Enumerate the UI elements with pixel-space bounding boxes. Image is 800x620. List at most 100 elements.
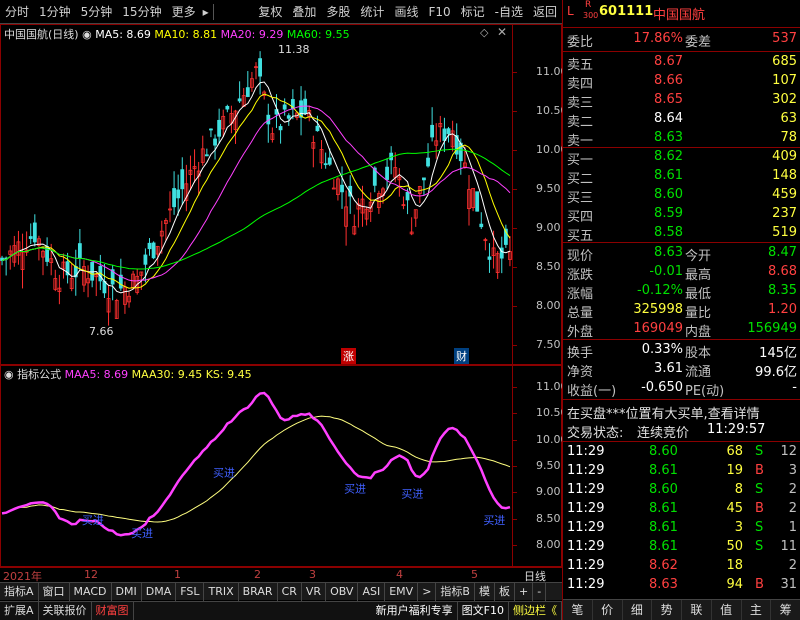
- bid-price: 8.61: [654, 168, 683, 183]
- candle-body: [77, 243, 82, 259]
- bid-row[interactable]: 买五 8.58 519: [563, 224, 800, 244]
- tick-row[interactable]: 11:29 8.61 19 B 3: [563, 462, 800, 481]
- ask-label: 卖三: [567, 96, 594, 111]
- maa5-line: [1, 391, 511, 537]
- stat-row[interactable]: 外盘 169049 内盘 156949: [563, 320, 800, 340]
- tick-row[interactable]: 11:29 8.60 8 S 2: [563, 481, 800, 500]
- overlay-button[interactable]: 叠加: [287, 1, 321, 23]
- tab-asi[interactable]: ASI: [358, 582, 386, 601]
- ask-volume: 685: [772, 54, 797, 69]
- bid-row[interactable]: 买二 8.61 148: [563, 167, 800, 187]
- tab-fsl[interactable]: FSL: [176, 582, 205, 601]
- stat-value: 8.35: [768, 283, 797, 298]
- stat-row[interactable]: 涨幅 -0.12% 最低 8.35: [563, 282, 800, 302]
- tab-emv[interactable]: EMV: [385, 582, 419, 601]
- multi-stock-button[interactable]: 多股: [321, 1, 355, 23]
- new-user-promo-link[interactable]: 新用户福利专享: [372, 602, 458, 620]
- tick-row[interactable]: 11:29 8.60 68 S 12: [563, 443, 800, 462]
- tab-brar[interactable]: BRAR: [239, 582, 278, 601]
- candle-body: [282, 104, 287, 110]
- stat-row[interactable]: 现价 8.63 今开 8.47: [563, 244, 800, 264]
- tab-dma[interactable]: DMA: [142, 582, 177, 601]
- tick-time: 11:29: [567, 444, 605, 459]
- ask-row[interactable]: 卖三 8.65 302: [563, 91, 800, 111]
- tab-value[interactable]: 值: [712, 600, 742, 620]
- stat-row[interactable]: 涨跌 -0.01 最高 8.68: [563, 263, 800, 283]
- tab-cr[interactable]: CR: [278, 582, 302, 601]
- stat-row[interactable]: 换手 0.33% 股本 145亿: [563, 341, 800, 361]
- chart-close-icon[interactable]: ✕: [497, 25, 507, 39]
- tick-row[interactable]: 11:29 8.61 50 S 11: [563, 538, 800, 557]
- tick-row[interactable]: 11:29 8.63 94 B 31: [563, 576, 800, 595]
- ask-price: 8.64: [654, 111, 683, 126]
- stats-button[interactable]: 统计: [355, 1, 389, 23]
- draw-line-button[interactable]: 画线: [389, 1, 423, 23]
- notice-text[interactable]: 在买盘***位置有大买单,查看详情: [567, 403, 760, 422]
- stat-row[interactable]: 净资 3.61 流通 99.6亿: [563, 360, 800, 380]
- tab-wealth-chart[interactable]: 财富图: [92, 602, 134, 620]
- f10-graphic-link[interactable]: 图文F10: [458, 602, 509, 620]
- candle-body: [143, 254, 148, 265]
- back-button[interactable]: 返回: [528, 1, 562, 23]
- tab-trend[interactable]: 势: [652, 600, 682, 620]
- tick-row[interactable]: 11:29 8.62 18 2: [563, 557, 800, 576]
- ask-row[interactable]: 卖五 8.67 685: [563, 53, 800, 73]
- tab-indicator-b[interactable]: 指标B: [436, 582, 475, 601]
- ask-row[interactable]: 卖一 8.63 78: [563, 129, 800, 149]
- more-button[interactable]: 更多: [167, 1, 201, 23]
- y-tick-mark: [512, 518, 517, 520]
- tab-main[interactable]: 主: [742, 600, 772, 620]
- tab-link[interactable]: 联: [682, 600, 712, 620]
- tab-vr[interactable]: VR: [302, 582, 327, 601]
- tab-template[interactable]: 模: [475, 582, 495, 601]
- tick-row[interactable]: 11:29 8.61 45 B 2: [563, 500, 800, 519]
- candle-body: [286, 115, 291, 119]
- tab-detail[interactable]: 细: [623, 600, 653, 620]
- candlestick-chart[interactable]: [0, 40, 512, 360]
- sidebar-toggle[interactable]: 侧边栏《: [509, 602, 562, 620]
- stat-row[interactable]: 总量 325998 量比 1.20: [563, 301, 800, 321]
- limit-up-marker[interactable]: 涨: [341, 348, 356, 364]
- tab-macd[interactable]: MACD: [70, 582, 112, 601]
- x-label-feb: 2: [254, 568, 261, 581]
- tab-5min[interactable]: 5分钟: [76, 1, 118, 23]
- quote-panel: L R 300 601111 中国国航 委比 17.86% 委差 537 卖五 8…: [562, 0, 800, 620]
- tab-chips[interactable]: 筹: [771, 600, 800, 620]
- tab-window[interactable]: 窗口: [39, 582, 70, 601]
- tab-dmi[interactable]: DMI: [112, 582, 142, 601]
- tab-scroll-right[interactable]: >: [418, 582, 437, 601]
- tab-obv[interactable]: OBV: [326, 582, 359, 601]
- bid-row[interactable]: 买一 8.62 409: [563, 148, 800, 168]
- indicator-chart[interactable]: 买进买进买进买进 买进买进: [0, 380, 512, 566]
- mark-button[interactable]: 标记: [456, 1, 490, 23]
- tab-15min[interactable]: 15分钟: [117, 1, 166, 23]
- tab-tick[interactable]: 笔: [563, 600, 593, 620]
- remove-window-button[interactable]: -: [533, 582, 547, 601]
- tab-price[interactable]: 价: [593, 600, 623, 620]
- f10-button[interactable]: F10: [423, 1, 455, 23]
- bid-row[interactable]: 买三 8.60 459: [563, 186, 800, 206]
- ask-row[interactable]: 卖四 8.66 107: [563, 72, 800, 92]
- finance-marker[interactable]: 财: [454, 348, 469, 364]
- tab-trix[interactable]: TRIX: [204, 582, 239, 601]
- tab-intraday[interactable]: 分时: [0, 1, 34, 23]
- ask-row[interactable]: 卖二 8.64 63: [563, 110, 800, 130]
- buy-signal-label: 买进: [344, 482, 366, 495]
- tab-extension-a[interactable]: 扩展A: [0, 602, 39, 620]
- more-arrow-icon[interactable]: ▸: [201, 1, 211, 23]
- add-window-button[interactable]: +: [515, 582, 534, 601]
- stat-row[interactable]: 收益(一) -0.650 PE(动) -: [563, 379, 800, 399]
- big-order-notice[interactable]: 在买盘***位置有大买单,查看详情: [563, 402, 800, 422]
- stat-label: 内盘: [685, 325, 712, 340]
- diamond-icon[interactable]: ◇: [480, 26, 488, 39]
- tab-indicator-a[interactable]: 指标A: [0, 582, 39, 601]
- tab-board[interactable]: 板: [495, 582, 515, 601]
- adjust-button[interactable]: 复权: [253, 1, 287, 23]
- tab-related-quotes[interactable]: 关联报价: [39, 602, 92, 620]
- candle-body: [426, 157, 430, 167]
- tab-1min[interactable]: 1分钟: [34, 1, 76, 23]
- remove-watchlist-button[interactable]: -自选: [490, 1, 528, 23]
- tick-row[interactable]: 11:29 8.61 3 S 1: [563, 519, 800, 538]
- bid-row[interactable]: 买四 8.59 237: [563, 205, 800, 225]
- bid-price: 8.59: [654, 206, 683, 221]
